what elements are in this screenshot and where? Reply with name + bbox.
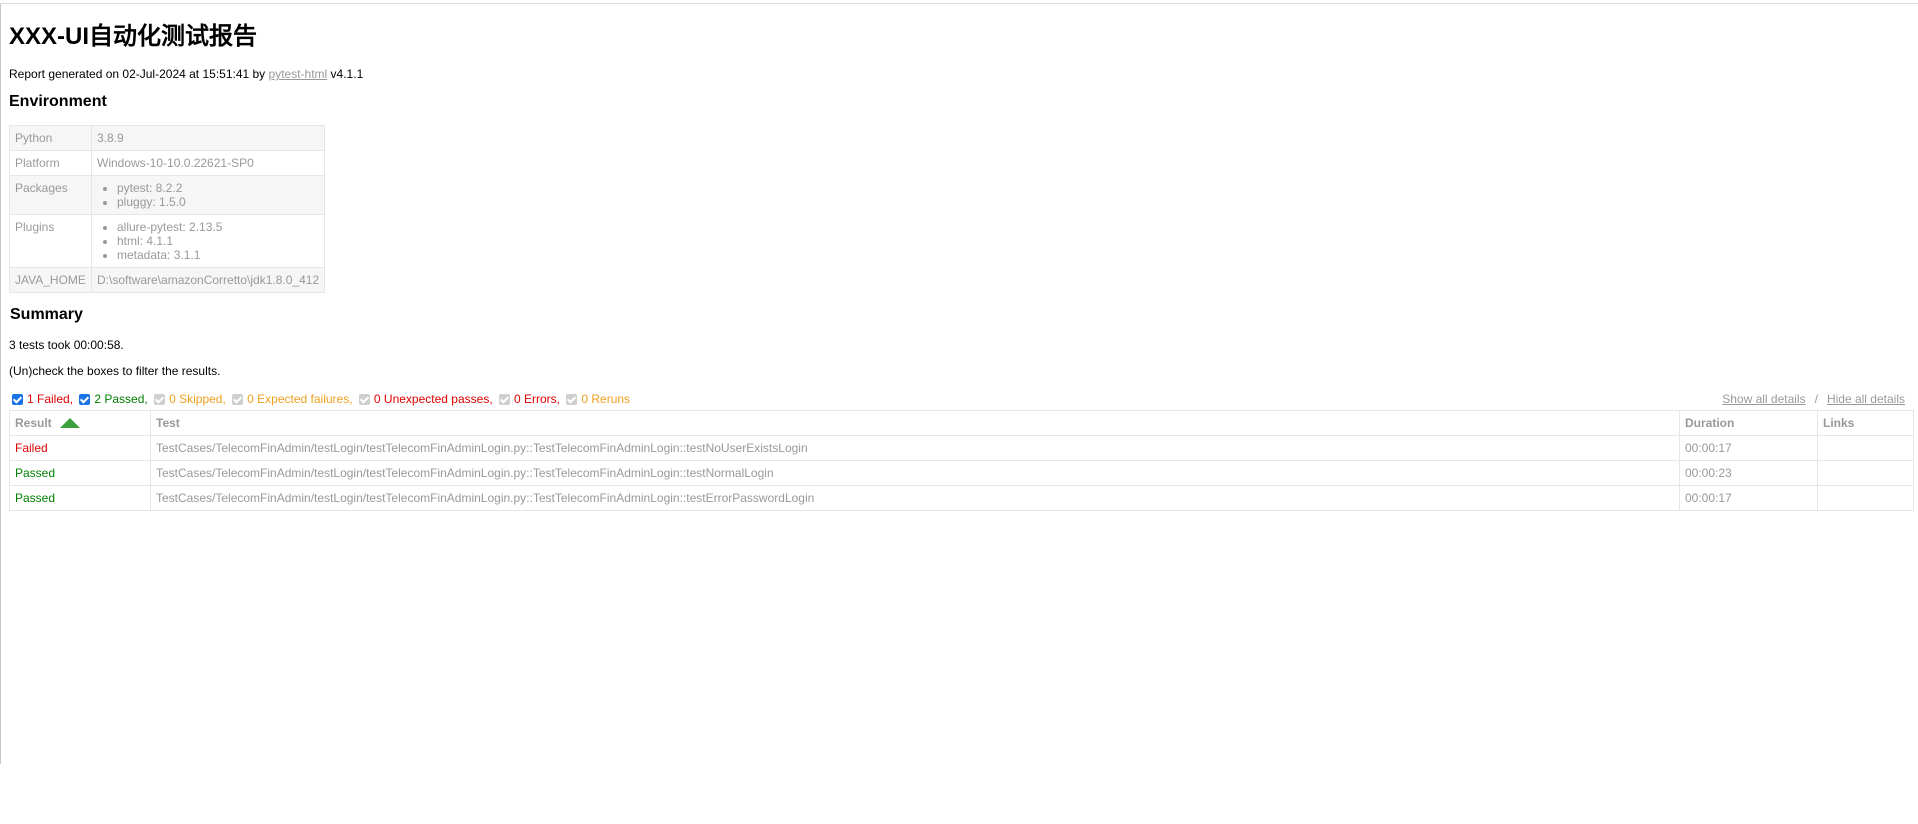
filter-errors[interactable]: 0 Errors, (499, 392, 560, 406)
top-divider (0, 3, 1918, 4)
env-value: Windows-10-10.0.22621-SP0 (90, 150, 326, 176)
result-cell: Passed (9, 485, 151, 511)
result-cell: Failed (9, 435, 151, 461)
env-value: 3.8.9 (90, 125, 326, 151)
filter-label: 0 Errors, (514, 392, 561, 406)
show-all-details-link[interactable]: Show all details (1722, 392, 1805, 406)
table-row[interactable]: Failed TestCases/TelecomFinAdmin/testLog… (9, 435, 1914, 461)
generated-suffix: v4.1.1 (327, 67, 364, 81)
results-header-row: Result Test Duration Links (9, 410, 1914, 436)
filter-label: 0 Expected failures, (247, 392, 353, 406)
table-row[interactable]: Passed TestCases/TelecomFinAdmin/testLog… (9, 460, 1914, 486)
env-row-platform: Platform Windows-10-10.0.22621-SP0 (9, 150, 326, 176)
env-key: Plugins (9, 214, 92, 268)
env-key: Packages (9, 175, 92, 215)
filter-unexpected-passes[interactable]: 0 Unexpected passes, (358, 392, 493, 406)
environment-table: Python 3.8.9 Platform Windows-10-10.0.22… (9, 125, 326, 293)
hide-all-details-link[interactable]: Hide all details (1827, 392, 1905, 406)
links-cell (1817, 435, 1914, 461)
column-header-result[interactable]: Result (9, 410, 151, 436)
details-toggle: Show all details / Hide all details (1722, 392, 1905, 406)
plugin-item: allure-pytest: 2.13.5 (117, 220, 319, 234)
table-row[interactable]: Passed TestCases/TelecomFinAdmin/testLog… (9, 485, 1914, 511)
links-cell (1817, 485, 1914, 511)
checkbox[interactable] (358, 393, 370, 405)
plugin-item: metadata: 3.1.1 (117, 248, 319, 262)
duration-cell: 00:00:17 (1679, 435, 1818, 461)
filter-bar: 1 Failed, 2 Passed, 0 Skipped, 0 Expecte… (12, 392, 633, 408)
generated-prefix: Report generated on 02-Jul-2024 at 15:51… (9, 67, 269, 81)
checkbox[interactable] (154, 393, 166, 405)
duration-cell: 00:00:17 (1679, 485, 1818, 511)
packages-list: pytest: 8.2.2 pluggy: 1.5.0 (97, 181, 319, 209)
result-cell: Passed (9, 460, 151, 486)
pytest-html-link[interactable]: pytest-html (269, 67, 328, 81)
checkbox[interactable] (232, 393, 244, 405)
filter-label: 0 Skipped, (169, 392, 226, 406)
test-name-cell: TestCases/TelecomFinAdmin/testLogin/test… (150, 435, 1680, 461)
checkbox[interactable] (12, 393, 23, 405)
filter-label: 0 Unexpected passes, (373, 392, 493, 406)
details-separator: / (1814, 392, 1818, 406)
column-header-links: Links (1817, 410, 1914, 436)
filter-expected-failures[interactable]: 0 Expected failures, (232, 392, 353, 406)
filter-label: 2 Passed, (94, 392, 148, 406)
env-value: pytest: 8.2.2 pluggy: 1.5.0 (90, 175, 326, 215)
filter-reruns[interactable]: 0 Reruns (566, 392, 630, 406)
package-item: pytest: 8.2.2 (117, 181, 319, 195)
checkbox[interactable] (566, 393, 578, 405)
env-value: D:\software\amazonCorretto\jdk1.8.0_412 (90, 267, 326, 293)
sort-ascending-icon[interactable] (59, 418, 80, 428)
env-row-python: Python 3.8.9 (9, 125, 326, 151)
filter-hint: (Un)check the boxes to filter the result… (9, 364, 221, 378)
results-table: Result Test Duration Links Failed TestCa… (9, 410, 1914, 511)
column-header-duration[interactable]: Duration (1679, 410, 1818, 436)
env-value: allure-pytest: 2.13.5 html: 4.1.1 metada… (90, 214, 326, 268)
checkbox[interactable] (79, 393, 91, 405)
checkbox[interactable] (499, 393, 510, 405)
duration-cell: 00:00:23 (1679, 460, 1818, 486)
filter-failed[interactable]: 1 Failed, (12, 392, 73, 406)
filter-label: 1 Failed, (27, 392, 74, 406)
summary-duration: 3 tests took 00:00:58. (9, 338, 124, 352)
env-row-packages: Packages pytest: 8.2.2 pluggy: 1.5.0 (9, 175, 326, 215)
left-divider (0, 4, 1, 764)
env-key: Python (9, 125, 92, 151)
generated-line: Report generated on 02-Jul-2024 at 15:51… (9, 67, 363, 81)
env-row-java-home: JAVA_HOME D:\software\amazonCorretto\jdk… (9, 267, 326, 293)
environment-heading: Environment (9, 93, 107, 110)
filter-label: 0 Reruns (581, 392, 631, 406)
env-key: Platform (9, 150, 92, 176)
plugin-item: html: 4.1.1 (117, 234, 319, 248)
report-title: XXX-UI自动化测试报告 (9, 23, 258, 50)
column-header-test[interactable]: Test (150, 410, 1680, 436)
test-name-cell: TestCases/TelecomFinAdmin/testLogin/test… (150, 485, 1680, 511)
filter-passed[interactable]: 2 Passed, (79, 392, 148, 406)
filter-skipped[interactable]: 0 Skipped, (154, 392, 226, 406)
plugins-list: allure-pytest: 2.13.5 html: 4.1.1 metada… (97, 220, 319, 262)
package-item: pluggy: 1.5.0 (117, 195, 319, 209)
links-cell (1817, 460, 1914, 486)
summary-heading: Summary (10, 306, 83, 323)
test-name-cell: TestCases/TelecomFinAdmin/testLogin/test… (150, 460, 1680, 486)
env-row-plugins: Plugins allure-pytest: 2.13.5 html: 4.1.… (9, 214, 326, 268)
env-key: JAVA_HOME (9, 267, 92, 293)
